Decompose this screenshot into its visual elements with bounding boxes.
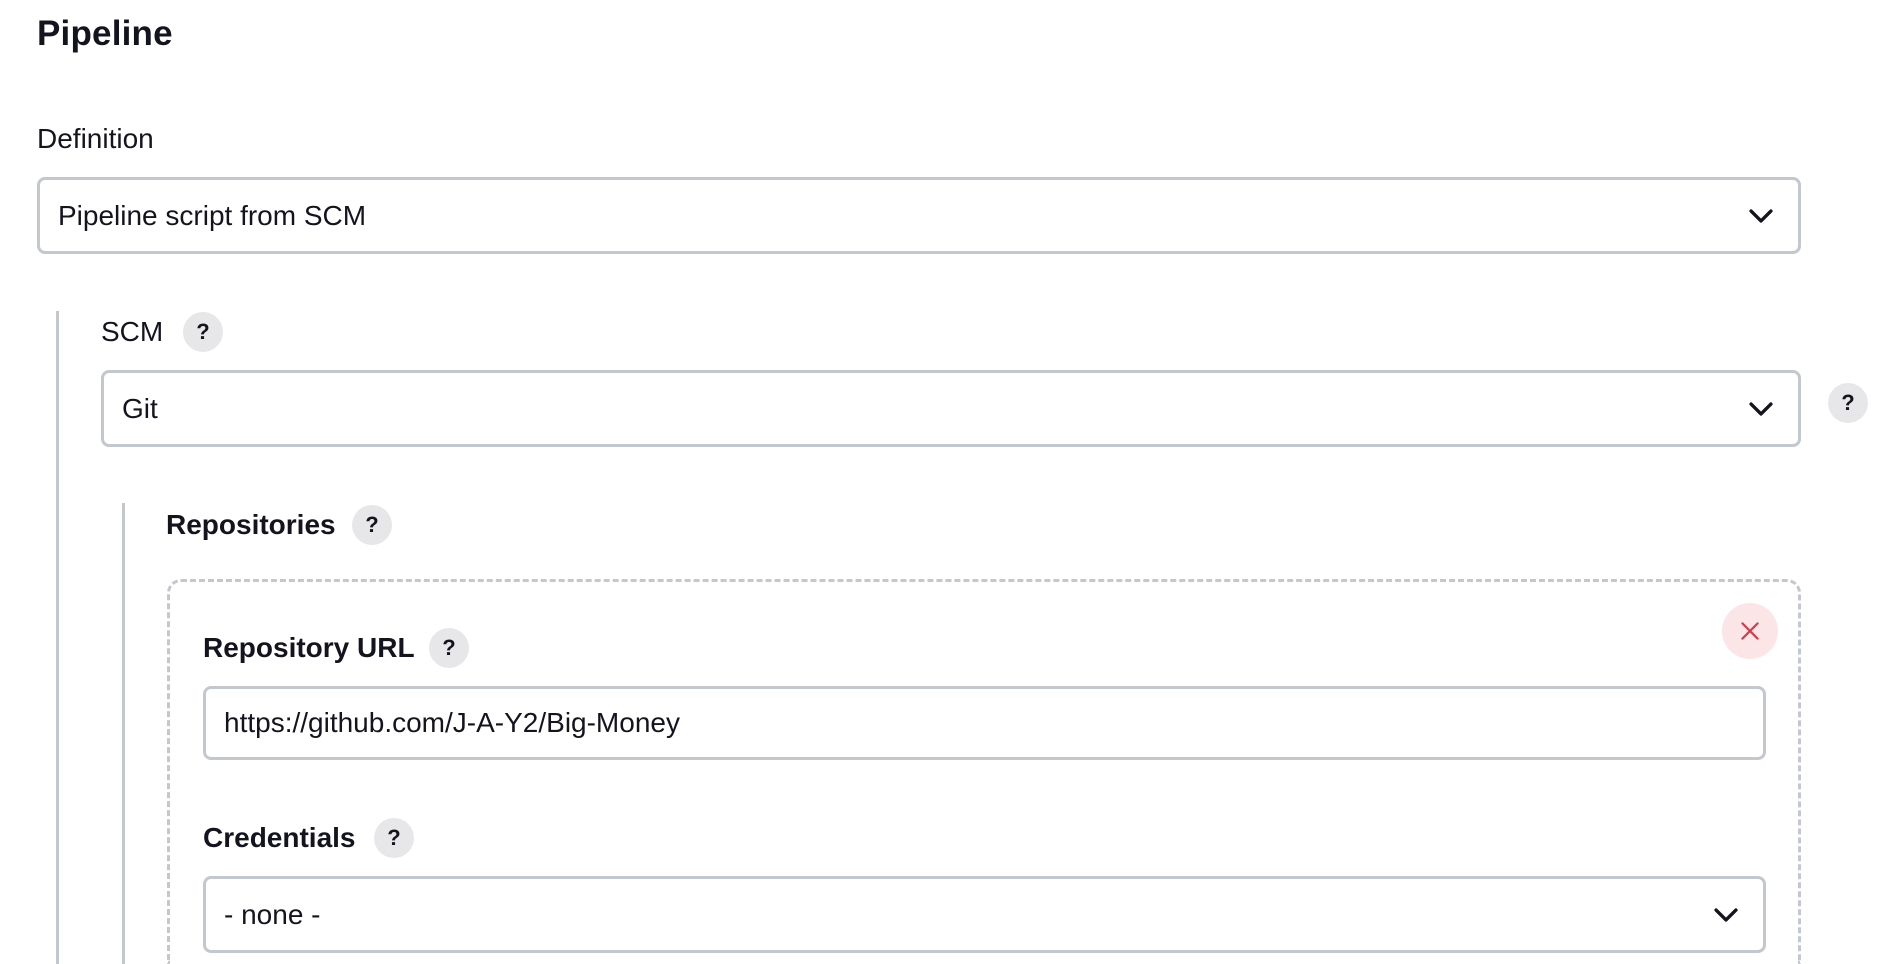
definition-select[interactable]: Pipeline script from SCM [37, 177, 1801, 254]
credentials-select[interactable]: - none - [203, 876, 1766, 953]
scm-label: SCM [101, 316, 164, 347]
chevron-down-icon [1749, 401, 1773, 416]
scm-select-help-button[interactable]: ? [1828, 383, 1868, 423]
pipeline-config-page: Pipeline Definition Pipeline script from… [0, 0, 1898, 964]
scm-select[interactable]: Git [101, 370, 1801, 447]
credentials-help-button[interactable]: ? [374, 818, 414, 858]
credentials-selected-value: - none - [224, 898, 321, 930]
repositories-nest-rule [122, 503, 125, 964]
chevron-down-icon [1749, 208, 1773, 223]
scm-selected-value: Git [122, 392, 158, 424]
delete-repository-button[interactable] [1722, 603, 1778, 659]
definition-selected-value: Pipeline script from SCM [58, 199, 367, 231]
chevron-down-icon [1714, 907, 1738, 922]
repository-url-input[interactable]: https://github.com/J-A-Y2/Big-Money [203, 686, 1766, 760]
scm-nest-rule [56, 311, 59, 964]
repository-url-help-button[interactable]: ? [429, 628, 469, 668]
repository-url-value: https://github.com/J-A-Y2/Big-Money [224, 707, 680, 738]
definition-label: Definition [37, 123, 154, 154]
close-icon [1741, 622, 1759, 640]
repository-url-label: Repository URL [203, 632, 415, 663]
repositories-label: Repositories [166, 509, 336, 540]
credentials-label: Credentials [203, 822, 356, 853]
section-title: Pipeline [37, 14, 173, 53]
repositories-help-button[interactable]: ? [352, 505, 392, 545]
scm-help-button[interactable]: ? [183, 312, 223, 352]
